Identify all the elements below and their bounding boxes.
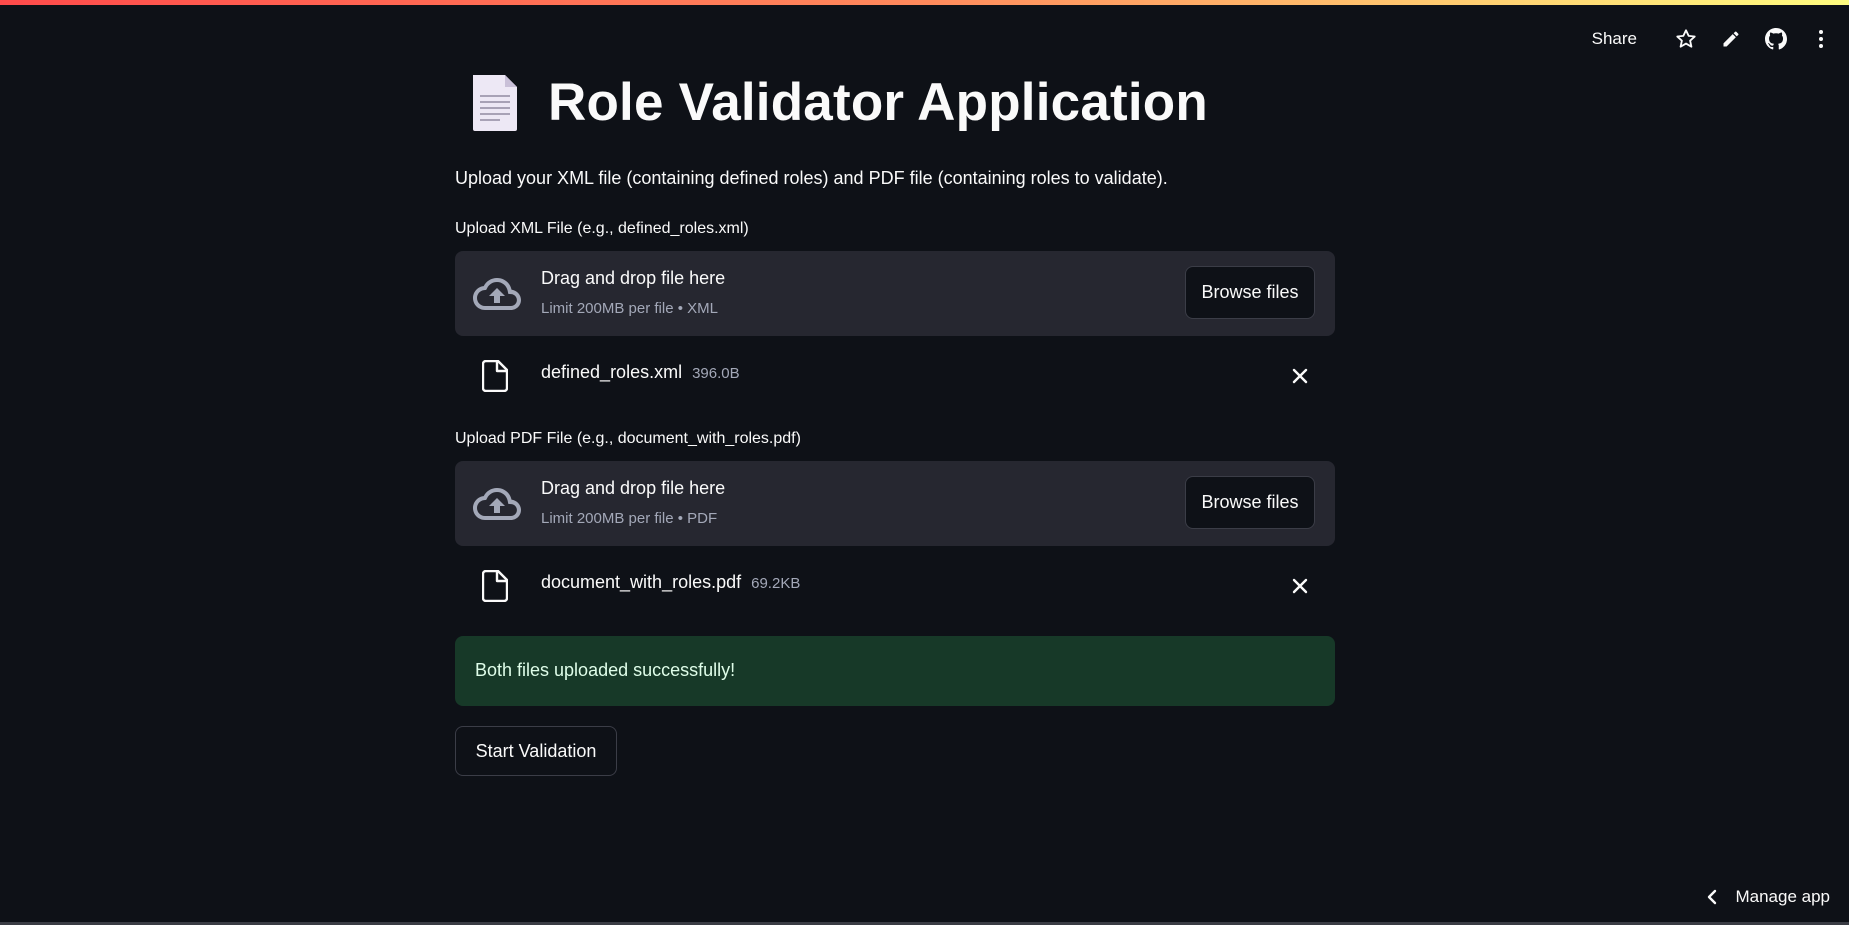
top-decoration-bar [0,0,1849,5]
xml-file-size: 396.0B [692,365,740,382]
chevron-left-icon [1707,889,1717,905]
github-icon[interactable] [1762,25,1790,53]
file-icon [482,570,508,602]
xml-uploaded-file: defined_roles.xml 396.0B [455,350,1335,400]
cloud-upload-icon [473,278,521,310]
xml-remove-file-button[interactable] [1287,363,1313,389]
pdf-browse-files-button[interactable]: Browse files [1185,476,1315,529]
xml-drop-text: Drag and drop file here [541,268,726,288]
more-vertical-icon[interactable] [1807,25,1835,53]
start-validation-button[interactable]: Start Validation [455,726,617,776]
pdf-file-name-wrap: document_with_roles.pdf 69.2KB [541,572,800,593]
pdf-uploaded-file: document_with_roles.pdf 69.2KB [455,560,1335,610]
file-icon [482,360,508,392]
success-alert: Both files uploaded successfully! [455,636,1335,706]
success-message: Both files uploaded successfully! [475,660,736,680]
pdf-remove-file-button[interactable] [1287,573,1313,599]
star-icon[interactable] [1672,25,1700,53]
page-facing-up-icon [473,74,517,131]
manage-app-label: Manage app [1735,887,1830,906]
close-icon [1292,578,1308,594]
pdf-uploader-label: Upload PDF File (e.g., document_with_rol… [455,430,801,447]
xml-dropzone[interactable]: Drag and drop file here Limit 200MB per … [455,251,1335,336]
pdf-file-name: document_with_roles.pdf [541,572,742,592]
pdf-file-size: 69.2KB [751,575,801,592]
title-row: Role Validator Application [455,72,1208,133]
pdf-limit-text: Limit 200MB per file • PDF [541,510,718,527]
xml-file-name: defined_roles.xml [541,362,683,382]
pdf-dropzone[interactable]: Drag and drop file here Limit 200MB per … [455,461,1335,546]
page-title: Role Validator Application [548,73,1208,132]
xml-limit-text: Limit 200MB per file • XML [541,300,718,317]
cloud-upload-icon [473,488,521,520]
pdf-drop-text: Drag and drop file here [541,478,726,498]
xml-browse-files-button[interactable]: Browse files [1185,266,1315,319]
pencil-icon[interactable] [1717,25,1745,53]
share-button[interactable]: Share [1592,29,1637,49]
xml-uploader-label: Upload XML File (e.g., defined_roles.xml… [455,220,749,237]
close-icon [1292,368,1308,384]
intro-text: Upload your XML file (containing defined… [455,168,1168,188]
xml-file-name-wrap: defined_roles.xml 396.0B [541,362,740,383]
manage-app-button[interactable]: Manage app [1707,887,1830,907]
header-toolbar: Share [1592,24,1835,54]
